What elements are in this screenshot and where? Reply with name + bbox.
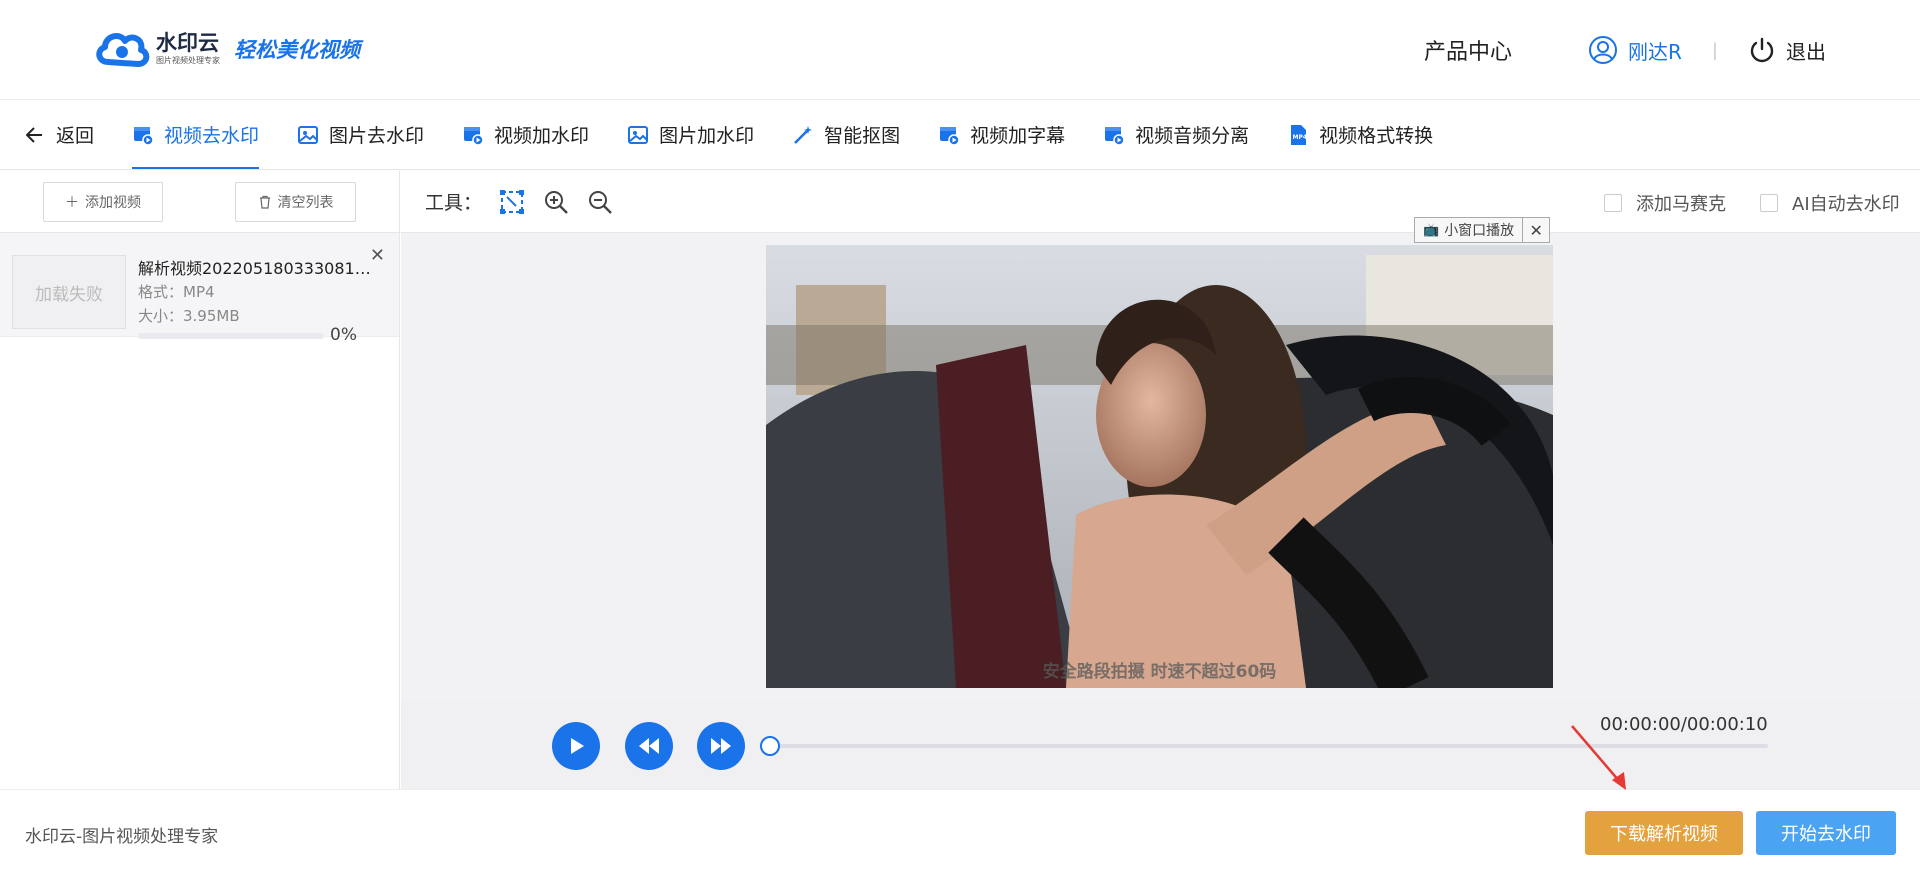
tab-label: 视频去水印 [164, 125, 260, 147]
logo-subtitle: 图片视频处理专家 [156, 56, 220, 65]
tool-tabs: 返回 视频去水印 图片去水印 视频加水印 图片加水印 智能抠图 视频加字幕 视频音频分离 MP… [0, 100, 1920, 170]
video-preview[interactable]: 安全路段拍摄 时速不超过60码 [766, 245, 1553, 688]
tools-label: 工具： [425, 192, 483, 214]
play-button[interactable] [552, 722, 600, 770]
add-mosaic-label: 添加马赛克 [1636, 194, 1726, 215]
mini-window-label: 小窗口播放 [1444, 223, 1515, 239]
logout-label: 退出 [1786, 39, 1826, 64]
ai-auto-remove-checkbox[interactable]: AI自动去水印 [1760, 190, 1900, 216]
tab-1[interactable]: 视频去水印 [132, 100, 260, 169]
tab-label: 视频格式转换 [1319, 125, 1434, 147]
add-video-button[interactable]: ＋ 添加视频 [43, 182, 163, 222]
start-remove-watermark-button[interactable]: 开始去水印 [1756, 811, 1896, 855]
video-icon [462, 124, 484, 146]
cloud-logo-icon [96, 33, 150, 67]
tab-7[interactable]: 视频音频分离 [1103, 100, 1249, 169]
video-icon [132, 124, 154, 146]
file-list-panel: ＋ 添加视频 清空列表 加载失败 解析视频20220518033308131..… [0, 171, 400, 789]
video-frame-image [766, 245, 1553, 688]
back-label: 返回 [56, 125, 95, 147]
tab-label: 视频加字幕 [970, 125, 1066, 147]
checkbox-box [1760, 194, 1778, 212]
tab-label: 图片去水印 [329, 125, 425, 147]
mini-window-close-icon[interactable]: ✕ [1523, 218, 1549, 242]
tab-2[interactable]: 图片去水印 [297, 100, 424, 169]
tab-6[interactable]: 视频加字幕 [938, 100, 1065, 169]
logo-slogan: 轻松美化视频 [234, 37, 360, 62]
rewind-icon [639, 738, 659, 754]
footer: 水印云-图片视频处理专家 下载解析视频 开始去水印 [0, 789, 1920, 874]
back-button[interactable]: 返回 [26, 100, 94, 169]
checkbox-box [1604, 194, 1622, 212]
ai-auto-remove-label: AI自动去水印 [1792, 194, 1900, 215]
user-menu[interactable]: 刚达R [1588, 35, 1682, 65]
header: 水印云 图片视频处理专家 轻松美化视频 产品中心 刚达R | 退出 [0, 0, 1920, 100]
tab-label: 图片加水印 [659, 125, 755, 147]
video-icon [1103, 124, 1125, 146]
magic-wand-icon [792, 124, 814, 146]
mini-window-play-control[interactable]: 📺 小窗口播放 ✕ [1414, 217, 1551, 243]
file-progress-bar [138, 333, 324, 339]
tab-label: 视频音频分离 [1135, 125, 1250, 147]
zoom-in-icon[interactable] [542, 188, 570, 216]
image-icon [627, 124, 649, 146]
video-subtitle: 安全路段拍摄 时速不超过60码 [1042, 662, 1277, 682]
footer-brand: 水印云-图片视频处理专家 [25, 827, 219, 847]
clear-list-button[interactable]: 清空列表 [235, 182, 356, 222]
mp4-icon: MP4 [1287, 124, 1309, 146]
editor-toolbar: 工具： 添加马赛克 AI自动去水印 [401, 171, 1920, 233]
svg-text:MP4: MP4 [1293, 134, 1308, 141]
tab-4[interactable]: 图片加水印 [627, 100, 754, 169]
file-size: 大小：3.95MB [138, 307, 240, 325]
file-list-item[interactable]: 加载失败 解析视频20220518033308131... 格式：MP4 大小：… [0, 233, 399, 345]
tv-icon: 📺 [1423, 222, 1440, 238]
plus-icon: ＋ [65, 195, 79, 211]
play-icon [571, 738, 584, 754]
username: 刚达R [1628, 39, 1682, 64]
zoom-out-icon[interactable] [586, 188, 614, 216]
arrow-left-icon [26, 126, 42, 143]
download-parsed-video-button[interactable]: 下载解析视频 [1585, 811, 1743, 855]
file-format: 格式：MP4 [138, 283, 215, 301]
tab-label: 视频加水印 [494, 125, 590, 147]
product-center-link[interactable]: 产品中心 [1424, 34, 1512, 66]
fast-forward-icon [711, 738, 731, 754]
select-region-icon[interactable] [498, 188, 526, 216]
remove-file-close-icon[interactable]: ✕ [370, 245, 385, 266]
logo[interactable]: 水印云 图片视频处理专家 轻松美化视频 [94, 28, 360, 70]
tab-5[interactable]: 智能抠图 [792, 100, 900, 169]
header-divider: | [1711, 39, 1718, 61]
rewind-button[interactable] [625, 722, 673, 770]
video-thumbnail: 加载失败 [12, 255, 126, 329]
video-icon [938, 124, 960, 146]
mini-window-button[interactable]: 📺 小窗口播放 [1415, 218, 1524, 242]
seek-handle[interactable] [760, 736, 780, 756]
fast-forward-button[interactable] [697, 722, 745, 770]
add-video-label: 添加视频 [85, 195, 141, 211]
playback-bar: 00:00:00/00:00:10 [401, 702, 1920, 789]
logout-button[interactable]: 退出 [1748, 36, 1826, 65]
tab-8[interactable]: MP4 视频格式转换 [1287, 100, 1433, 169]
image-icon [297, 124, 319, 146]
file-progress-text: 0% [330, 325, 357, 345]
tab-label: 智能抠图 [824, 125, 901, 147]
tab-3[interactable]: 视频加水印 [462, 100, 589, 169]
user-icon [1589, 36, 1618, 64]
file-name: 解析视频20220518033308131... [138, 259, 380, 278]
logo-name: 水印云 [156, 31, 219, 55]
power-icon [1750, 37, 1774, 63]
add-mosaic-checkbox[interactable]: 添加马赛克 [1604, 190, 1726, 216]
clear-list-label: 清空列表 [277, 195, 334, 211]
trash-icon [259, 195, 270, 209]
annotation-arrow-icon [1571, 725, 1626, 790]
